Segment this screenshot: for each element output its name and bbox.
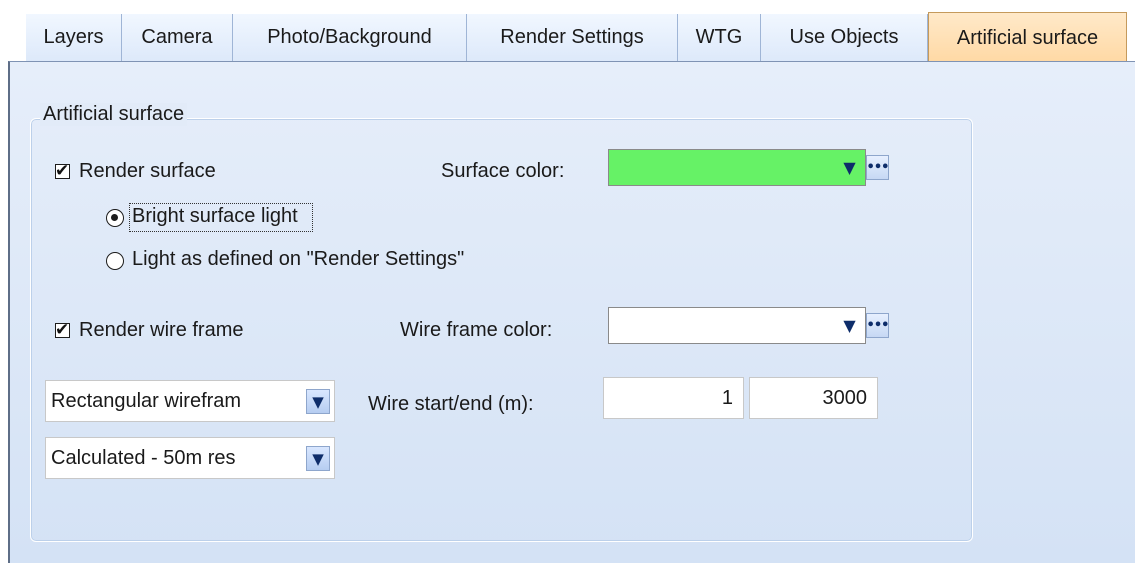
- light-render-settings-radio[interactable]: [106, 252, 124, 270]
- surface-color-swatch[interactable]: [608, 149, 866, 186]
- wire-start-input[interactable]: 1: [603, 377, 744, 419]
- surface-color-more-button[interactable]: •••: [866, 155, 889, 180]
- tab-photo-background[interactable]: Photo/Background: [233, 14, 467, 61]
- wire-frame-color-label: Wire frame color:: [400, 319, 553, 341]
- wireframe-type-select[interactable]: Rectangular wirefram ▼: [45, 380, 335, 422]
- wire-frame-color-more-button[interactable]: •••: [866, 313, 889, 338]
- resolution-value: Calculated - 50m res: [51, 446, 236, 469]
- tab-label: Layers: [43, 26, 104, 48]
- tab-render-settings[interactable]: Render Settings: [467, 14, 678, 61]
- tab-artificial-surface[interactable]: Artificial surface: [928, 12, 1127, 64]
- tab-label: WTG: [695, 26, 743, 48]
- tab-strip: Layers Camera Photo/Background Render Se…: [0, 0, 1135, 64]
- wire-start-end-label: Wire start/end (m):: [368, 393, 534, 415]
- tab-label: Use Objects: [789, 26, 899, 48]
- tab-layers[interactable]: Layers: [26, 14, 122, 61]
- render-wire-frame-label: Render wire frame: [79, 319, 244, 341]
- render-wire-frame-checkbox[interactable]: ✔: [55, 320, 70, 340]
- wireframe-type-value: Rectangular wirefram: [51, 389, 242, 412]
- surface-color-dropdown-icon[interactable]: ▼: [838, 155, 861, 180]
- focus-indicator: [129, 203, 313, 232]
- wire-frame-color-swatch[interactable]: [608, 307, 866, 344]
- check-icon: ✔: [55, 320, 70, 340]
- group-title: Artificial surface: [40, 103, 188, 126]
- light-render-settings-label: Light as defined on "Render Settings": [132, 248, 465, 270]
- check-icon: ✔: [55, 161, 70, 181]
- tab-label: Camera: [141, 26, 213, 48]
- resolution-select[interactable]: Calculated - 50m res ▼: [45, 437, 335, 479]
- surface-color-label: Surface color:: [441, 160, 565, 182]
- wire-frame-color-dropdown-icon[interactable]: ▼: [838, 313, 861, 338]
- tab-camera[interactable]: Camera: [122, 14, 233, 61]
- chevron-down-icon[interactable]: ▼: [306, 389, 330, 414]
- render-surface-checkbox[interactable]: ✔: [55, 161, 70, 181]
- chevron-down-icon[interactable]: ▼: [306, 446, 330, 471]
- tab-label: Photo/Background: [267, 26, 432, 48]
- tab-use-objects[interactable]: Use Objects: [761, 14, 928, 61]
- tab-label: Render Settings: [500, 26, 644, 48]
- tab-wtg[interactable]: WTG: [678, 14, 761, 61]
- render-surface-label: Render surface: [79, 160, 216, 182]
- radio-dot-icon: [111, 214, 118, 221]
- wire-end-input[interactable]: 3000: [749, 377, 878, 419]
- bright-surface-light-radio[interactable]: [106, 209, 124, 227]
- tab-label: Artificial surface: [956, 27, 1099, 49]
